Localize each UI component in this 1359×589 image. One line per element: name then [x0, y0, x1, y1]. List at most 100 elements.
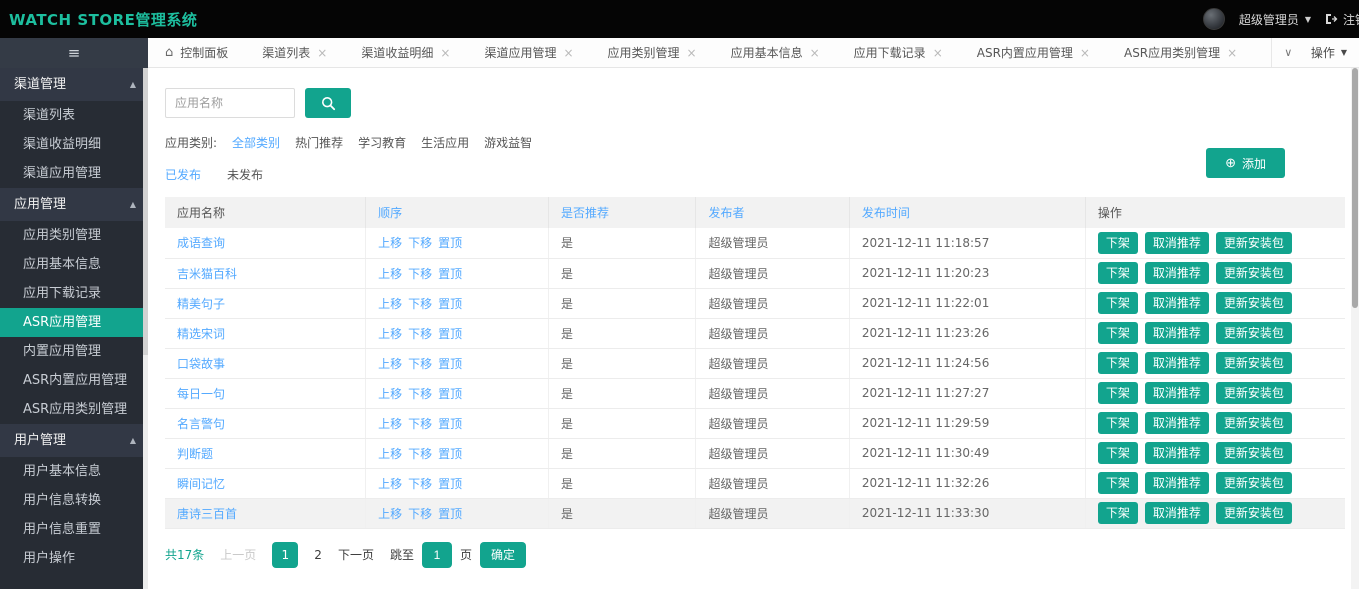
unpublish-button[interactable]: 下架 [1098, 442, 1138, 464]
cancel-recommend-button[interactable]: 取消推荐 [1145, 382, 1209, 404]
next-page-button[interactable]: 下一页 [338, 546, 374, 563]
column-header-3[interactable]: 是否推荐 [548, 197, 696, 228]
close-icon[interactable]: × [563, 46, 573, 60]
jump-confirm-button[interactable]: 确定 [480, 542, 526, 568]
update-package-button[interactable]: 更新安装包 [1216, 262, 1292, 284]
order-link-3[interactable]: 置顶 [438, 297, 462, 311]
search-button[interactable] [305, 88, 351, 118]
sidebar-item-1-2[interactable]: 渠道收益明细 [0, 130, 148, 159]
category-link-2[interactable]: 热门推荐 [295, 136, 343, 150]
app-name-link[interactable]: 口袋故事 [177, 357, 225, 371]
cancel-recommend-button[interactable]: 取消推荐 [1145, 412, 1209, 434]
tab-5[interactable]: 应用基本信息× [714, 38, 837, 67]
unpublish-button[interactable]: 下架 [1098, 352, 1138, 374]
order-link-1[interactable]: 上移 [378, 507, 402, 521]
sidebar-group-2[interactable]: 应用管理▲ [0, 188, 148, 221]
tab-actions-dropdown[interactable]: 操作 ▼ [1305, 44, 1359, 61]
order-link-1[interactable]: 上移 [378, 357, 402, 371]
order-link-3[interactable]: 置顶 [438, 357, 462, 371]
app-name-link[interactable]: 唐诗三百首 [177, 507, 237, 521]
tab-1[interactable]: 渠道列表× [245, 38, 344, 67]
jump-page-input[interactable] [422, 542, 452, 568]
cancel-recommend-button[interactable]: 取消推荐 [1145, 352, 1209, 374]
order-link-3[interactable]: 置顶 [438, 267, 462, 281]
unpublish-button[interactable]: 下架 [1098, 472, 1138, 494]
sidebar-item-3-4[interactable]: 用户操作 [0, 544, 148, 573]
cancel-recommend-button[interactable]: 取消推荐 [1145, 292, 1209, 314]
close-icon[interactable]: × [440, 46, 450, 60]
close-icon[interactable]: × [933, 46, 943, 60]
close-icon[interactable]: × [1080, 46, 1090, 60]
tab-4[interactable]: 应用类别管理× [591, 38, 714, 67]
tab-6[interactable]: 应用下载记录× [837, 38, 960, 67]
category-link-3[interactable]: 学习教育 [358, 136, 406, 150]
column-header-5[interactable]: 发布时间 [849, 197, 1085, 228]
page-scrollbar-thumb[interactable] [1352, 68, 1358, 308]
sidebar-item-2-5[interactable]: 内置应用管理 [0, 337, 148, 366]
app-name-link[interactable]: 精选宋词 [177, 327, 225, 341]
order-link-1[interactable]: 上移 [378, 417, 402, 431]
order-link-2[interactable]: 下移 [408, 327, 432, 341]
order-link-3[interactable]: 置顶 [438, 447, 462, 461]
tab-3[interactable]: 渠道应用管理× [467, 38, 590, 67]
app-name-link[interactable]: 瞬间记忆 [177, 477, 225, 491]
app-name-link[interactable]: 每日一句 [177, 387, 225, 401]
order-link-3[interactable]: 置顶 [438, 236, 462, 250]
hamburger-icon[interactable]: ≡ [68, 46, 81, 61]
cancel-recommend-button[interactable]: 取消推荐 [1145, 232, 1209, 254]
page-button-1[interactable]: 1 [272, 542, 298, 568]
order-link-2[interactable]: 下移 [408, 477, 432, 491]
order-link-3[interactable]: 置顶 [438, 477, 462, 491]
update-package-button[interactable]: 更新安装包 [1216, 502, 1292, 524]
order-link-1[interactable]: 上移 [378, 327, 402, 341]
sidebar-item-3-2[interactable]: 用户信息转换 [0, 486, 148, 515]
order-link-2[interactable]: 下移 [408, 447, 432, 461]
order-link-2[interactable]: 下移 [408, 387, 432, 401]
tab-7[interactable]: ASR内置应用管理× [960, 38, 1107, 67]
order-link-1[interactable]: 上移 [378, 297, 402, 311]
cancel-recommend-button[interactable]: 取消推荐 [1145, 262, 1209, 284]
column-header-4[interactable]: 发布者 [696, 197, 849, 228]
order-link-3[interactable]: 置顶 [438, 387, 462, 401]
user-avatar[interactable] [1203, 8, 1225, 30]
app-name-link[interactable]: 精美句子 [177, 297, 225, 311]
tab-8[interactable]: ASR应用类别管理× [1107, 38, 1254, 67]
category-link-1[interactable]: 全部类别 [232, 136, 280, 150]
sidebar-item-1-3[interactable]: 渠道应用管理 [0, 159, 148, 188]
tab-overflow-button[interactable]: ∨ [1271, 38, 1305, 67]
close-icon[interactable]: × [687, 46, 697, 60]
page-scrollbar[interactable] [1351, 68, 1359, 589]
update-package-button[interactable]: 更新安装包 [1216, 412, 1292, 434]
update-package-button[interactable]: 更新安装包 [1216, 292, 1292, 314]
column-header-2[interactable]: 顺序 [366, 197, 549, 228]
search-input[interactable] [165, 88, 295, 118]
category-link-5[interactable]: 游戏益智 [484, 136, 532, 150]
sidebar-item-2-6[interactable]: ASR内置应用管理 [0, 366, 148, 395]
order-link-2[interactable]: 下移 [408, 267, 432, 281]
close-icon[interactable]: × [1227, 46, 1237, 60]
tab-9[interactable]: 用户基本信息× [1254, 38, 1271, 67]
sidebar-item-2-7[interactable]: ASR应用类别管理 [0, 395, 148, 424]
app-name-link[interactable]: 名言警句 [177, 417, 225, 431]
app-name-link[interactable]: 判断题 [177, 447, 213, 461]
cancel-recommend-button[interactable]: 取消推荐 [1145, 472, 1209, 494]
order-link-3[interactable]: 置顶 [438, 327, 462, 341]
app-name-link[interactable]: 吉米猫百科 [177, 267, 237, 281]
status-tab-2[interactable]: 未发布 [227, 166, 263, 183]
sidebar-item-1-1[interactable]: 渠道列表 [0, 101, 148, 130]
sidebar-item-2-3[interactable]: 应用下载记录 [0, 279, 148, 308]
tab-2[interactable]: 渠道收益明细× [344, 38, 467, 67]
close-icon[interactable]: × [810, 46, 820, 60]
cancel-recommend-button[interactable]: 取消推荐 [1145, 502, 1209, 524]
status-tab-1[interactable]: 已发布 [165, 166, 201, 183]
unpublish-button[interactable]: 下架 [1098, 502, 1138, 524]
sidebar-item-3-3[interactable]: 用户信息重置 [0, 515, 148, 544]
unpublish-button[interactable]: 下架 [1098, 262, 1138, 284]
order-link-2[interactable]: 下移 [408, 236, 432, 250]
user-menu[interactable]: 超级管理员 ▼ [1239, 11, 1311, 28]
order-link-1[interactable]: 上移 [378, 387, 402, 401]
unpublish-button[interactable]: 下架 [1098, 322, 1138, 344]
sidebar-item-2-2[interactable]: 应用基本信息 [0, 250, 148, 279]
order-link-1[interactable]: 上移 [378, 447, 402, 461]
sidebar-group-3[interactable]: 用户管理▲ [0, 424, 148, 457]
